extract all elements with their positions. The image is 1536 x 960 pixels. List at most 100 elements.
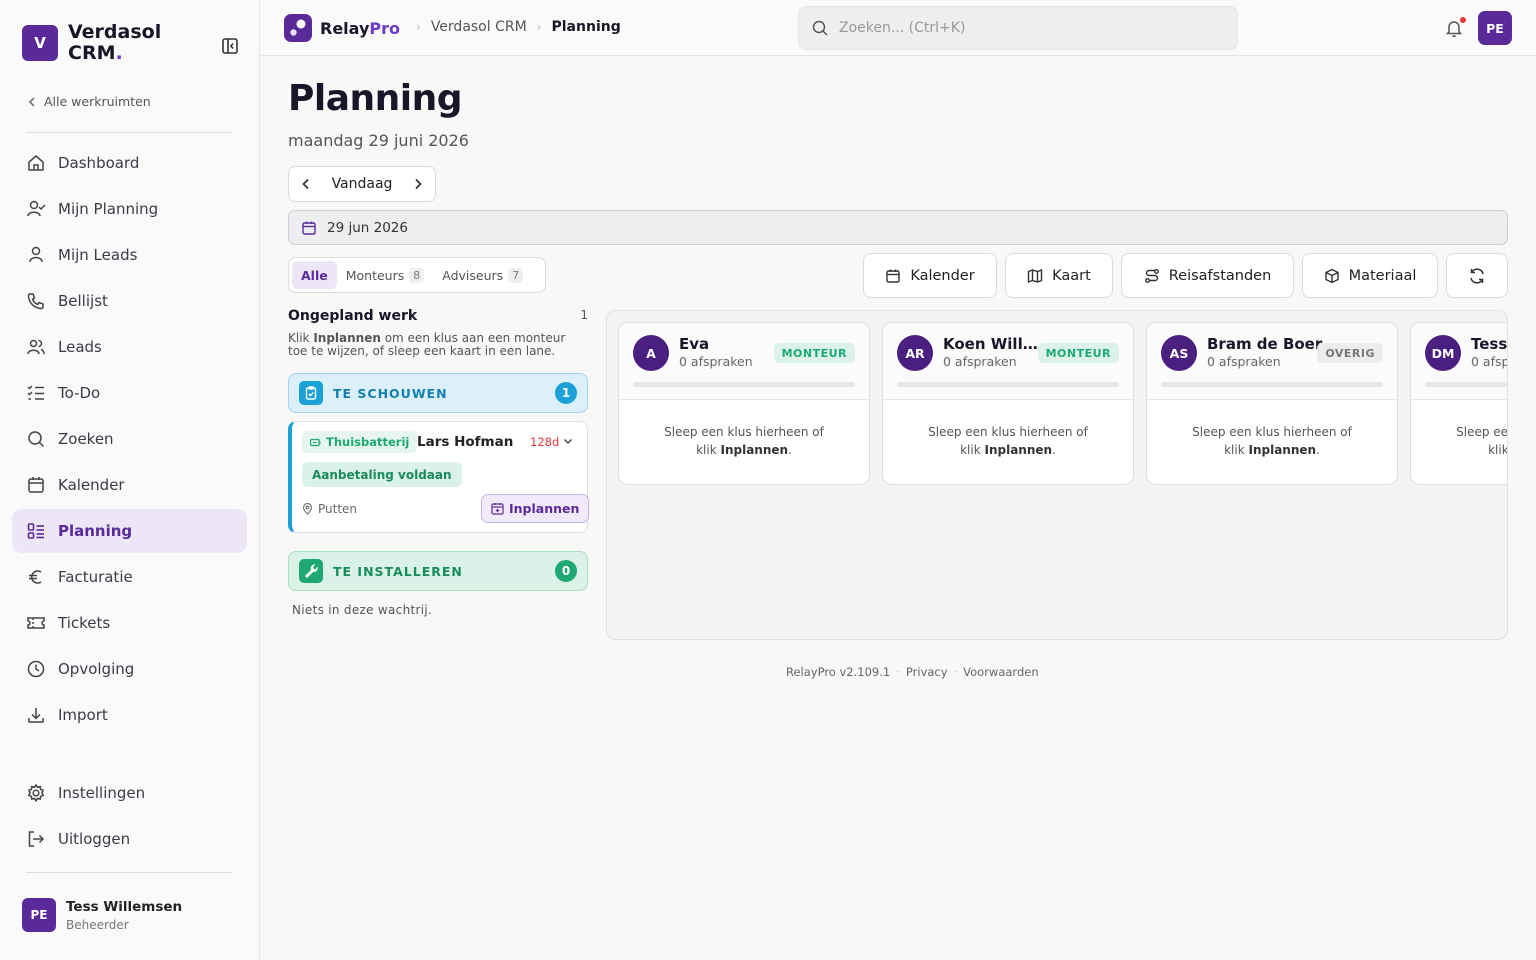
filter-monteurs[interactable]: Monteurs 8 [337, 261, 434, 289]
calendar-icon [886, 269, 901, 283]
product-tag: Thuisbatterij [302, 431, 418, 453]
nav-item-uitloggen[interactable]: Uitloggen [12, 817, 247, 861]
chevron-left-icon [28, 96, 35, 107]
footer-version: v2.109.1 [839, 665, 891, 679]
lane-empty-text: Sleep een klus hierheen ofklik Inplannen… [928, 425, 1088, 457]
lane-name: Tess [1471, 335, 1508, 353]
lane-appointments: 0 afspraken [943, 354, 1017, 369]
avatar: A [633, 335, 669, 371]
queue-te-schouwen[interactable]: TE SCHOUWEN 1 [288, 373, 588, 413]
nav-item-import[interactable]: Import [12, 693, 247, 737]
role-badge: MONTEUR [773, 343, 855, 363]
nav-item-todo[interactable]: To-Do [12, 371, 247, 415]
nav-item-facturatie[interactable]: Facturatie [12, 555, 247, 599]
home-icon [28, 155, 44, 171]
list-check-icon [27, 385, 44, 400]
refresh-icon [1470, 267, 1484, 284]
unplanned-count: 1 [580, 308, 588, 322]
nav-item-kalender[interactable]: Kalender [12, 463, 247, 507]
plan-job-button[interactable]: Inplannen [481, 494, 590, 523]
workspace-brand[interactable]: V Verdasol CRM. [22, 22, 161, 64]
board-icon [27, 523, 44, 539]
logo-icon [284, 14, 312, 42]
users-icon [27, 339, 45, 355]
capacity-bar [897, 382, 1119, 387]
view-reisafstanden-button[interactable]: Reisafstanden [1121, 253, 1294, 298]
clock-icon [27, 660, 45, 678]
sidebar: V Verdasol CRM. Alle werkruimten Dashboar… [0, 0, 260, 960]
job-card[interactable]: Thuisbatterij Lars Hofman 128d Aanbetali… [288, 421, 590, 533]
nav-item-mijn-planning[interactable]: Mijn Planning [12, 187, 247, 231]
date-picker[interactable]: 29 jun 2026 [288, 210, 1508, 245]
search-icon [28, 431, 45, 448]
today-button[interactable]: Vandaag [332, 176, 393, 192]
chevron-down-icon[interactable] [562, 435, 574, 447]
queue-count: 0 [555, 560, 577, 582]
nav-item-tickets[interactable]: Tickets [12, 601, 247, 645]
nav-item-leads[interactable]: Leads [12, 325, 247, 369]
lane-name: Koen Willemsen [943, 335, 1047, 353]
status-badge: Aanbetaling voldaan [302, 462, 462, 487]
nav-item-bellijst[interactable]: Bellijst [12, 279, 247, 323]
nav-item-zoeken[interactable]: Zoeken [12, 417, 247, 461]
filter-alle[interactable]: Alle [292, 261, 337, 289]
gear-icon [27, 783, 45, 803]
chevron-left-icon[interactable] [301, 178, 311, 190]
user-profile[interactable]: PE Tess Willemsen Beheerder [22, 898, 182, 932]
lane[interactable]: A Eva 0 afspraken MONTEUR Sleep een klus… [618, 322, 870, 485]
user-name: Tess Willemsen [66, 898, 183, 915]
privacy-link[interactable]: Privacy [906, 665, 948, 679]
queue-te-installeren[interactable]: TE INSTALLEREN 0 [288, 551, 588, 591]
job-age: 128d [530, 435, 560, 449]
empty-queue-text: Niets in deze wachtrij. [292, 603, 433, 617]
queue-label: TE INSTALLEREN [333, 563, 463, 579]
nav-item-dashboard[interactable]: Dashboard [12, 141, 247, 185]
nav-item-instellingen[interactable]: Instellingen [12, 771, 247, 815]
unplanned-hint: Klik Inplannen om een klus aan een monte… [288, 331, 566, 358]
queue-count: 1 [555, 382, 577, 404]
capacity-bar [1161, 382, 1383, 387]
view-kalender-button[interactable]: Kalender [863, 253, 997, 298]
map-icon [1027, 268, 1043, 283]
search-icon [812, 20, 828, 36]
breadcrumb-workspace[interactable]: Verdasol CRM [431, 19, 527, 35]
lane[interactable]: DM Tess 0 afspraken Sleep een klus hierh… [1410, 322, 1508, 485]
battery-icon [310, 438, 321, 446]
search-bar[interactable] [798, 6, 1238, 50]
avatar: DM [1425, 335, 1461, 371]
route-icon [1144, 268, 1159, 283]
search-input[interactable] [839, 20, 1219, 36]
view-kaart-button[interactable]: Kaart [1005, 253, 1113, 298]
filter-adviseurs[interactable]: Adviseurs 7 [433, 261, 532, 289]
nav-item-opvolging[interactable]: Opvolging [12, 647, 247, 691]
user-check-icon [27, 200, 46, 217]
role-filter: Alle Monteurs 8 Adviseurs 7 [288, 257, 546, 293]
divider [26, 132, 233, 133]
view-materiaal-button[interactable]: Materiaal [1302, 253, 1438, 298]
chevron-right-icon: › [536, 20, 542, 34]
lane[interactable]: AS Bram de Boer 0 afspraken OVERIG Sleep… [1146, 322, 1398, 485]
footer: RelayPro v2.109.1 · Privacy · Voorwaarde… [786, 665, 1039, 679]
topbar: RelayPro › Verdasol CRM › Planning PE [260, 0, 1536, 56]
nav-item-mijn-leads[interactable]: Mijn Leads [12, 233, 247, 277]
queue-label: TE SCHOUWEN [333, 385, 448, 401]
lane[interactable]: AR Koen Willemsen 0 afspraken MONTEUR Sl… [882, 322, 1134, 485]
workspace-name: Verdasol CRM. [68, 21, 162, 64]
wrench-icon [299, 559, 323, 583]
user-role: Beheerder [66, 917, 129, 932]
collapse-sidebar-icon[interactable] [221, 37, 241, 55]
nav-item-planning[interactable]: Planning [12, 509, 247, 553]
app-logo[interactable]: RelayPro [284, 14, 400, 42]
avatar[interactable]: PE [1478, 11, 1512, 45]
lane-empty-text: Sleep een klus hierheen ofklik Inplannen… [1456, 425, 1508, 457]
chevron-right-icon[interactable] [413, 178, 423, 190]
logo-text: RelayPro [320, 18, 400, 38]
unplanned-title: Ongepland werk [288, 308, 418, 324]
notification-dot [1460, 17, 1466, 23]
terms-link[interactable]: Voorwaarden [963, 665, 1038, 679]
footer-app: RelayPro [786, 665, 836, 679]
refresh-button[interactable] [1446, 253, 1508, 298]
all-workspaces-link[interactable]: Alle werkruimten [28, 94, 151, 109]
filter-count: 7 [508, 267, 524, 283]
all-workspaces-label: Alle werkruimten [44, 94, 151, 109]
